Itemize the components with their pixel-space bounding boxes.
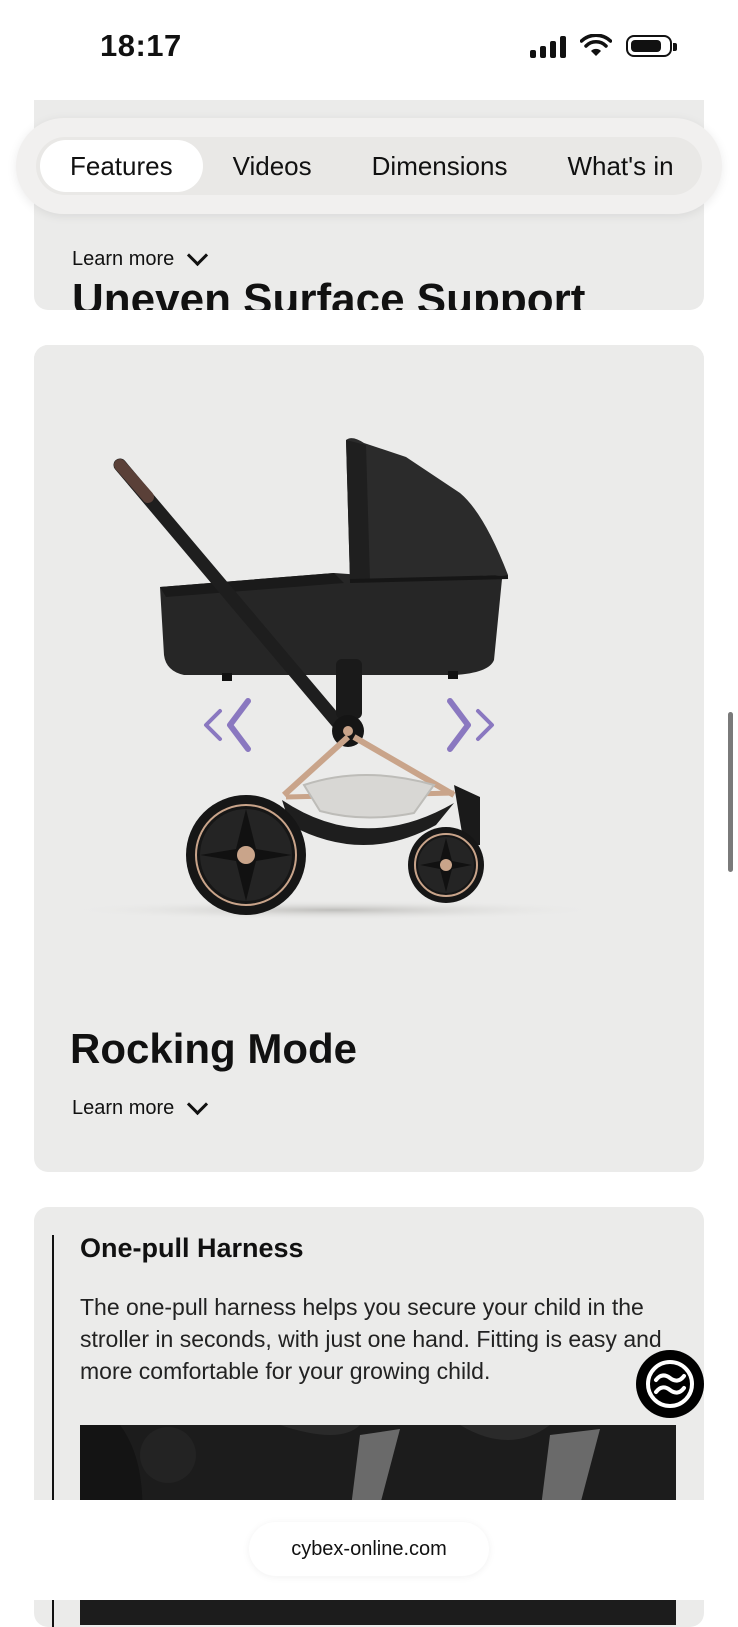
tab-videos[interactable]: Videos	[203, 140, 342, 192]
cellular-signal-icon	[530, 34, 566, 58]
tab-strip[interactable]: Features Videos Dimensions What's in	[36, 137, 702, 195]
status-time: 18:17	[100, 28, 182, 63]
tab-whats-in[interactable]: What's in	[537, 140, 702, 192]
rocking-left-arrows-icon	[204, 698, 251, 752]
cybex-logo-icon	[646, 1360, 694, 1408]
cybex-logo-button[interactable]	[636, 1350, 704, 1418]
feature-title: Rocking Mode	[70, 1025, 358, 1072]
battery-icon	[626, 35, 677, 57]
learn-more-label: Learn more	[72, 1097, 175, 1119]
feature-title: Uneven Surface Support	[72, 275, 586, 311]
rocking-right-arrows-icon	[447, 698, 494, 752]
feature-card-rocking-mode: Rocking Mode Learn more	[34, 345, 704, 1172]
tab-features[interactable]: Features	[40, 140, 203, 192]
status-icons	[530, 34, 677, 58]
browser-bottom-bar: cybex-online.com	[0, 1500, 738, 1600]
address-bar[interactable]: cybex-online.com	[249, 1522, 489, 1576]
tab-dimensions[interactable]: Dimensions	[342, 140, 538, 192]
stroller-illustration	[64, 438, 604, 920]
harness-description: The one-pull harness helps you secure yo…	[80, 1294, 662, 1384]
section-tab-nav: Features Videos Dimensions What's in	[16, 118, 722, 214]
page-scrollbar[interactable]	[728, 712, 733, 872]
learn-more-button[interactable]: Learn more	[72, 1093, 209, 1120]
stroller-image	[34, 345, 704, 1005]
learn-more-button[interactable]: Learn more	[72, 244, 209, 271]
chevron-down-icon	[187, 244, 209, 267]
chevron-down-icon	[187, 1093, 209, 1116]
learn-more-label: Learn more	[72, 248, 175, 270]
wifi-icon	[580, 34, 612, 56]
status-bar: 18:17	[0, 0, 738, 100]
harness-title: One-pull Harness	[80, 1233, 304, 1263]
